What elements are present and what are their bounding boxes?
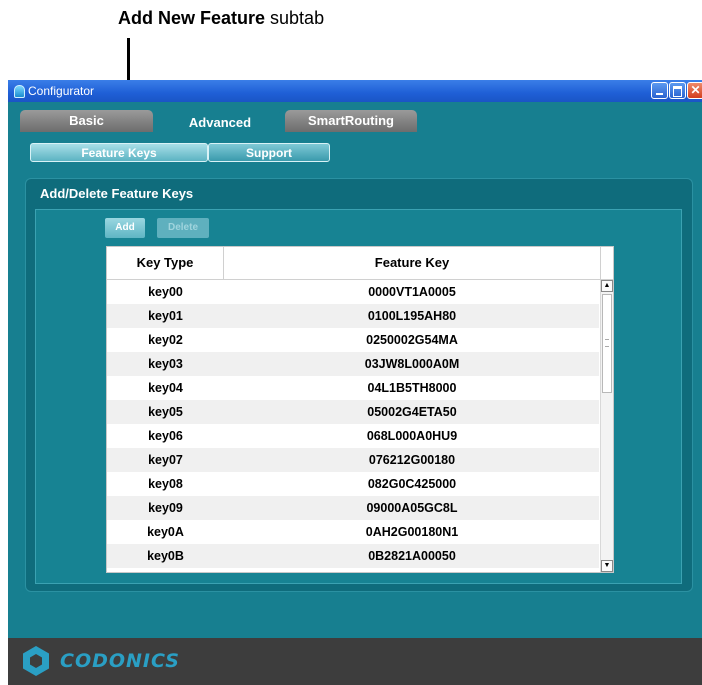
callout-bold-text: Add New Feature [118,8,266,28]
table-row[interactable]: key00 0000VT1A0005 [107,280,599,304]
grip-icon [605,339,609,347]
cell-key-type: key06 [148,429,183,443]
add-button[interactable]: Add [105,218,145,238]
cell-key-type: key03 [148,357,183,371]
maximize-icon [670,83,685,98]
configurator-app-icon [14,85,25,98]
table-row[interactable]: key03 03JW8L000A0M [107,352,599,376]
table-row[interactable]: key0A 0AH2G00180N1 [107,520,599,544]
cell-feature-key: 082G0C425000 [367,477,457,491]
minimize-button[interactable] [651,82,668,99]
table-row[interactable]: key05 05002G4ETA50 [107,400,599,424]
cell-feature-key: 0B2821A00050 [368,549,456,563]
subtab-support[interactable]: Support [208,143,330,162]
cell-feature-key: 03JW8L000A0M [364,357,460,371]
callout-text: subtab [265,8,325,28]
cell-key-type: key08 [148,477,183,491]
scrollbar-thumb[interactable] [602,294,612,393]
tab-basic[interactable]: Basic [20,110,153,132]
table-row[interactable]: key04 04L1B5TH8000 [107,376,599,400]
column-header-key-type[interactable]: Key Type [107,247,224,279]
table-body: key00 0000VT1A0005 key01 0100L195AH80 key0… [107,280,600,572]
cell-feature-key: 0250002G54MA [366,333,458,347]
cell-key-type: key00 [148,285,183,299]
table-row[interactable]: key08 082G0C425000 [107,472,599,496]
column-header-feature-key[interactable]: Feature Key [224,247,601,279]
cell-feature-key: 0AH2G00180N1 [365,525,459,539]
panel-content: Add Delete Key Type Feature Key key00 000… [35,209,682,584]
cell-key-type: key02 [148,333,183,347]
cell-feature-key: 0C0AAC7G0L00 [224,568,600,572]
table-header: Key Type Feature Key [107,247,613,280]
cell-key-type: key09 [148,501,183,515]
panel-title: Add/Delete Feature Keys [40,186,194,201]
configurator-window: Configurator ✕ Basic Advanced SmartRouti… [8,80,702,685]
cell-feature-key: 076212G00180 [368,453,456,467]
close-button[interactable]: ✕ [687,82,702,99]
table-row[interactable]: key02 0250002G54MA [107,328,599,352]
delete-button[interactable]: Delete [157,218,209,238]
close-icon: ✕ [690,83,701,97]
cell-feature-key: 04L1B5TH8000 [367,381,457,395]
tab-advanced[interactable]: Advanced [156,112,284,134]
footer-bar: CODONICS [8,638,702,685]
codonics-hexagon-logo-icon [23,646,49,676]
table-row[interactable]: key01 0100L195AH80 [107,304,599,328]
subtab-feature-keys[interactable]: Feature Keys [30,143,208,162]
cell-feature-key: 09000A05GC8L [366,501,458,515]
cell-key-type: key04 [148,381,183,395]
cell-key-type: key07 [148,453,183,467]
vertical-scrollbar[interactable]: ▲ ▼ [600,280,613,572]
cell-key-type: key0C [107,568,224,572]
cell-feature-key: 0000VT1A0005 [368,285,456,299]
brand-logo-text: CODONICS [60,650,180,672]
cell-feature-key: 068L000A0HU9 [366,429,458,443]
table-row[interactable]: key0B 0B2821A00050 [107,544,599,568]
cell-feature-key: 05002G4ETA50 [367,405,457,419]
feature-keys-panel: Add/Delete Feature Keys Add Delete Key T… [25,178,693,592]
scroll-up-arrow-icon[interactable]: ▲ [601,280,613,292]
table-row[interactable]: key09 09000A05GC8L [107,496,599,520]
annotation-callout: Add New Feature subtab [118,8,324,29]
table-row[interactable]: key06 068L000A0HU9 [107,424,599,448]
title-bar[interactable]: Configurator ✕ [8,80,702,102]
cell-key-type: key01 [148,309,183,323]
table-row[interactable]: key07 076212G00180 [107,448,599,472]
cell-key-type: key05 [148,405,183,419]
cell-key-type: key0B [147,549,184,563]
table-row[interactable]: key0C0C0AAC7G0L00 [107,568,600,572]
feature-keys-table: Key Type Feature Key key00 0000VT1A0005 k… [106,246,614,573]
scroll-down-arrow-icon[interactable]: ▼ [601,560,613,572]
cell-key-type: key0A [147,525,184,539]
window-title: Configurator [28,84,95,98]
maximize-button[interactable] [669,82,686,99]
cell-feature-key: 0100L195AH80 [367,309,457,323]
tab-smartrouting[interactable]: SmartRouting [285,110,417,132]
minimize-icon [652,83,667,98]
